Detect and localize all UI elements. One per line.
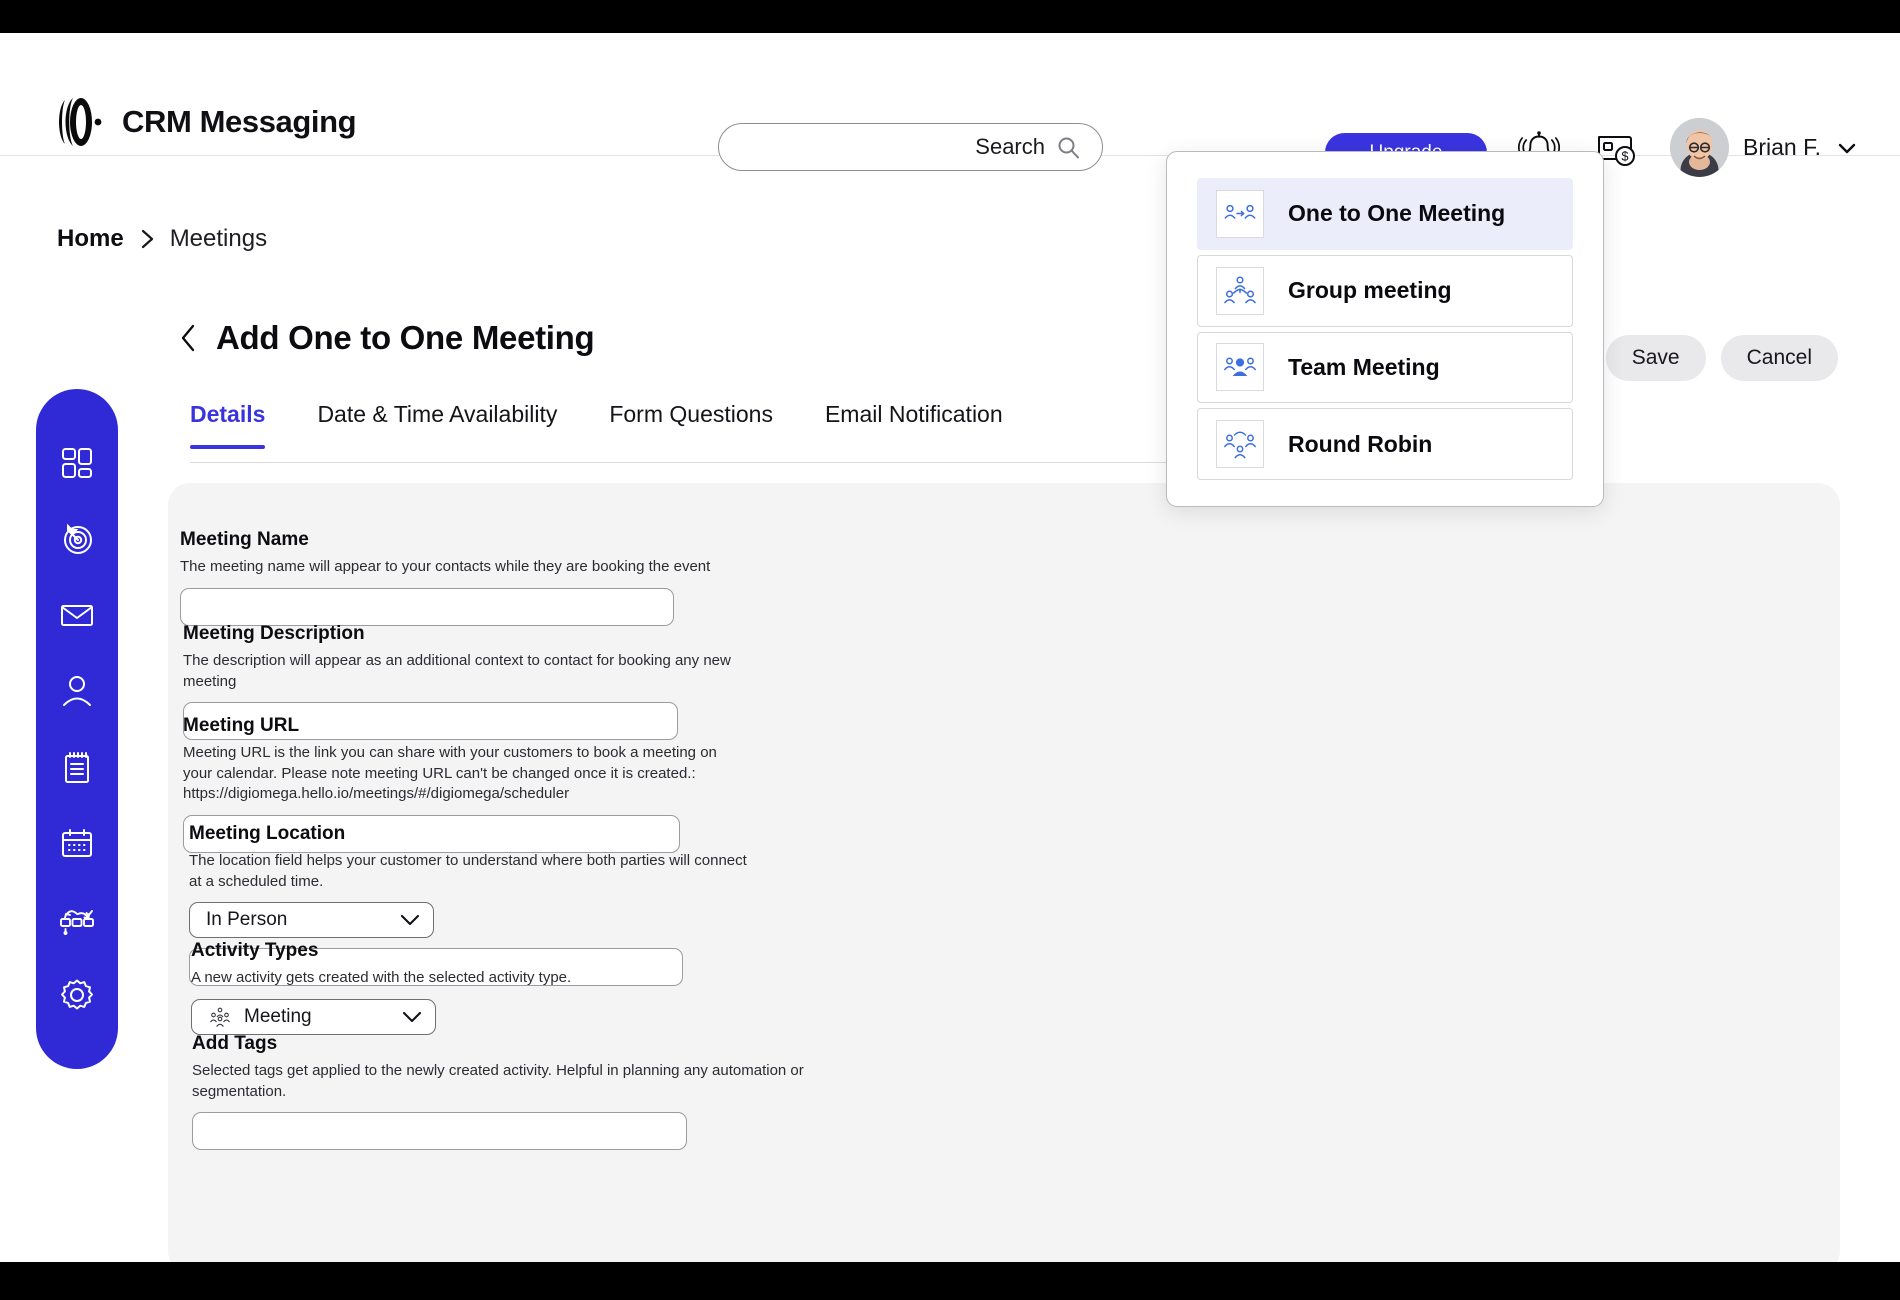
sidebar-item-calendar[interactable]	[53, 819, 101, 867]
one-to-one-icon	[1216, 189, 1264, 238]
chevron-down-icon	[1838, 143, 1856, 153]
top-header: CRM Messaging Search Upgrade $	[0, 33, 1900, 177]
meeting-description-label: Meeting Description	[183, 623, 365, 644]
sidebar-item-settings[interactable]	[53, 971, 101, 1019]
meeting-url-desc: Meeting URL is the link you can share wi…	[183, 744, 717, 803]
search-icon	[1058, 137, 1079, 159]
page-title: Add One to One Meeting	[216, 319, 595, 356]
details-form-card: Meeting Name The meeting name will appea…	[168, 483, 1840, 1262]
dropdown-item-team-meeting[interactable]: Team Meeting	[1197, 331, 1573, 404]
breadcrumb-home[interactable]: Home	[57, 225, 124, 253]
meeting-name-label: Meeting Name	[180, 529, 309, 550]
activity-types-value: Meeting	[244, 1005, 312, 1027]
save-button[interactable]: Save	[1605, 335, 1706, 381]
team-meeting-icon	[1216, 343, 1264, 392]
user-name: Brian F.	[1743, 134, 1821, 160]
user-menu[interactable]: Brian F.	[1670, 118, 1859, 177]
meeting-name-input[interactable]	[180, 587, 674, 626]
tab-date-time-availability[interactable]: Date & Time Availability	[317, 401, 557, 448]
page-actions: Save Cancel	[1605, 335, 1838, 381]
sidebar-item-contacts[interactable]	[53, 667, 101, 715]
search-label: Search	[975, 134, 1045, 159]
chevron-down-icon	[400, 915, 420, 926]
meeting-location-value: In Person	[206, 909, 288, 931]
add-tags-label: Add Tags	[192, 1033, 278, 1054]
chevron-right-icon	[141, 229, 153, 249]
app-window: CRM Messaging Search Upgrade $	[0, 33, 1900, 1262]
dropdown-item-one-to-one-meeting[interactable]: One to One Meeting	[1197, 178, 1573, 250]
avatar	[1670, 118, 1729, 177]
meeting-location-select[interactable]: In Person	[189, 902, 434, 939]
meeting-location-label: Meeting Location	[189, 823, 346, 844]
dropdown-item-label: Team Meeting	[1288, 353, 1440, 380]
soundwave-logo-icon	[59, 98, 102, 146]
tab-email-notification[interactable]: Email Notification	[825, 401, 1003, 448]
field-meeting-name: Meeting Name The meeting name will appea…	[180, 529, 740, 626]
breadcrumb-current: Meetings	[169, 225, 268, 252]
svg-text:$: $	[1622, 150, 1629, 164]
page-title-row: Add One to One Meeting	[178, 319, 595, 357]
group-meeting-icon	[1216, 266, 1264, 315]
envelope-icon	[61, 605, 93, 626]
chevron-left-icon[interactable]	[178, 323, 198, 353]
meeting-url-label: Meeting URL	[183, 715, 300, 736]
activity-types-label: Activity Types	[191, 940, 319, 961]
field-add-tags: Add Tags Selected tags get applied to th…	[192, 1033, 892, 1151]
sidebar-item-campaigns[interactable]	[53, 515, 101, 563]
meeting-type-dropdown: One to One Meeting Group meeting Team Me…	[1166, 151, 1604, 507]
group-people-icon	[210, 1007, 230, 1027]
meeting-name-desc: The meeting name will appear to your con…	[180, 558, 711, 575]
calendar-icon	[62, 829, 92, 857]
dropdown-item-label: One to One Meeting	[1288, 200, 1506, 227]
activity-types-desc: A new activity gets created with the sel…	[191, 969, 572, 986]
search-input[interactable]: Search	[718, 123, 1103, 171]
target-icon	[64, 523, 92, 554]
chevron-down-icon	[402, 1011, 422, 1022]
dropdown-item-label: Group meeting	[1288, 277, 1452, 304]
add-tags-input[interactable]	[192, 1112, 687, 1151]
tab-form-questions[interactable]: Form Questions	[609, 401, 773, 448]
brand-logo[interactable]: CRM Messaging	[54, 95, 357, 149]
dropdown-item-round-robin[interactable]: Round Robin	[1197, 408, 1573, 480]
add-tags-desc: Selected tags get applied to the newly c…	[192, 1062, 804, 1100]
field-activity-types: Activity Types A new activity gets creat…	[191, 940, 751, 1035]
brand-name: CRM Messaging	[122, 104, 357, 139]
sidebar-item-dashboard[interactable]	[53, 439, 101, 487]
sidebar-item-notes[interactable]	[53, 743, 101, 791]
dashboard-grid-icon	[62, 448, 92, 478]
cancel-button[interactable]: Cancel	[1720, 335, 1838, 381]
left-sidebar	[36, 389, 118, 1069]
breadcrumb: Home Meetings	[57, 225, 267, 253]
dropdown-item-label: Round Robin	[1288, 430, 1433, 457]
notepad-icon	[65, 752, 89, 783]
meeting-location-desc: The location field helps your customer t…	[189, 852, 747, 890]
sidebar-item-automation[interactable]	[53, 895, 101, 943]
activity-types-select[interactable]: Meeting	[191, 998, 436, 1035]
dropdown-item-group-meeting[interactable]: Group meeting	[1197, 254, 1573, 327]
sidebar-item-messages[interactable]	[53, 591, 101, 639]
meeting-description-desc: The description will appear as an additi…	[183, 652, 731, 690]
round-robin-icon	[1216, 420, 1264, 469]
user-icon	[63, 676, 91, 706]
gear-icon	[61, 979, 93, 1010]
workflow-icon	[60, 910, 94, 935]
tab-details[interactable]: Details	[190, 401, 266, 450]
